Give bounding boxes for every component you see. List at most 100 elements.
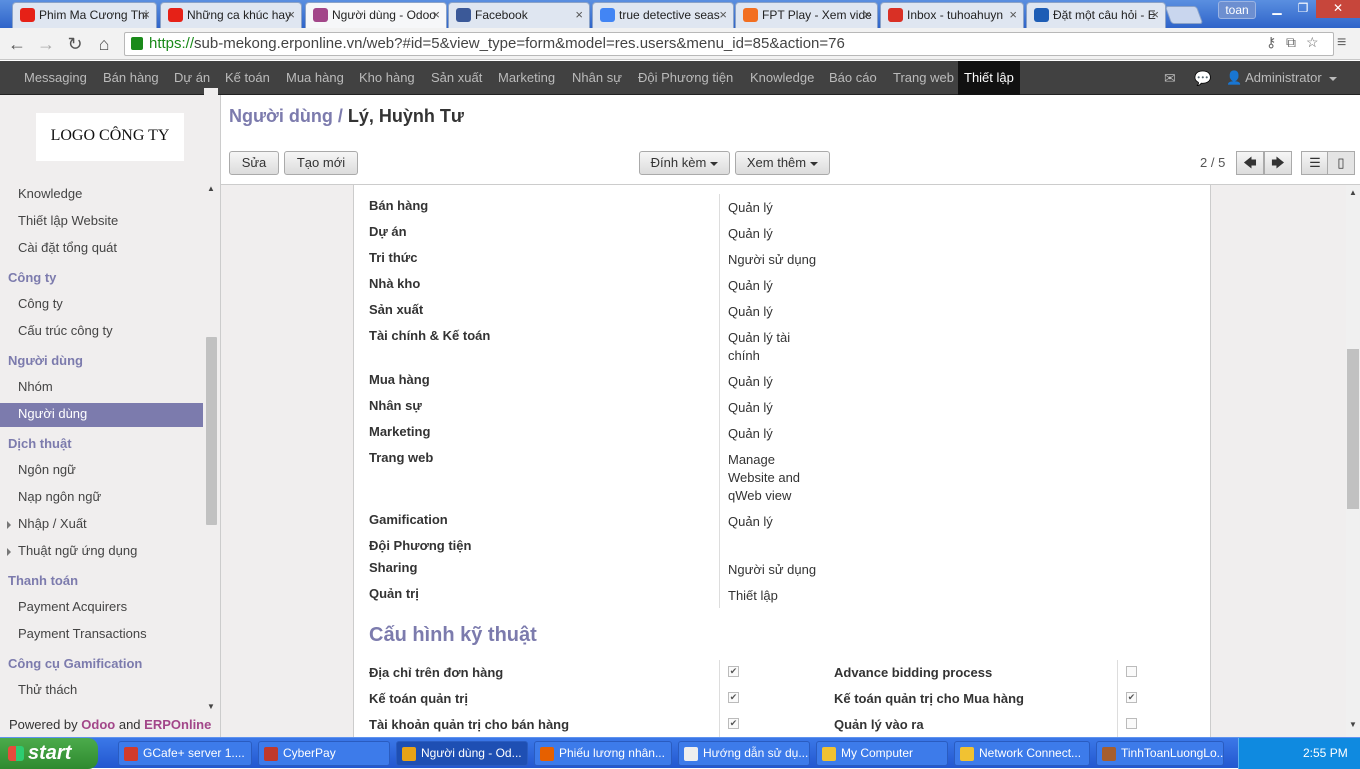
field-value[interactable]: Quản lý xyxy=(728,513,818,531)
browser-tab[interactable]: FPT Play - Xem vide × xyxy=(735,2,878,28)
topmenu-item[interactable]: Kế toán xyxy=(219,61,276,95)
taskbar-item[interactable]: CyberPay xyxy=(258,741,390,766)
topmenu-item[interactable]: Bán hàng xyxy=(97,61,165,95)
minimize-button[interactable]: ▁ xyxy=(1264,0,1290,18)
new-tab-button[interactable] xyxy=(1164,6,1204,24)
close-icon[interactable]: × xyxy=(1009,7,1017,22)
sidebar-item[interactable]: Nạp ngôn ngữ xyxy=(0,486,203,510)
create-button[interactable]: Tạo mới xyxy=(284,151,358,175)
key-icon[interactable]: ⚷ xyxy=(1266,34,1276,51)
topmenu-item[interactable]: Dự án xyxy=(168,61,216,95)
restore-button[interactable]: ❐ xyxy=(1290,0,1316,18)
close-icon[interactable]: × xyxy=(287,7,295,22)
attachment-dropdown[interactable]: Đính kèm xyxy=(639,151,730,175)
topmenu-item[interactable]: Trang web xyxy=(887,61,960,95)
field-value[interactable]: Manage Website and qWeb view xyxy=(728,451,818,505)
list-view-icon[interactable]: ☰ xyxy=(1301,151,1329,175)
close-icon[interactable]: × xyxy=(432,7,440,22)
browser-tab[interactable]: true detective seas × xyxy=(592,2,734,28)
close-icon[interactable]: × xyxy=(1151,7,1159,22)
close-icon[interactable]: × xyxy=(142,7,150,22)
taskbar-item[interactable]: Network Connect... xyxy=(954,741,1090,766)
browser-tab[interactable]: Inbox - tuhoahuyn × xyxy=(880,2,1024,28)
sidebar-item[interactable]: Ngôn ngữ xyxy=(0,459,203,483)
scroll-up-icon[interactable]: ▲ xyxy=(1349,188,1357,197)
checkbox[interactable]: ✔ xyxy=(728,718,739,729)
field-value[interactable]: Quản lý xyxy=(728,303,818,321)
edit-button[interactable]: Sửa xyxy=(229,151,279,175)
topmenu-item[interactable]: Knowledge xyxy=(744,61,820,95)
erponline-link[interactable]: ERPOnline xyxy=(144,717,211,732)
sidebar-item[interactable]: Thử thách xyxy=(0,679,203,703)
odoo-link[interactable]: Odoo xyxy=(81,717,115,732)
mail-icon[interactable]: ✉ xyxy=(1158,61,1182,95)
forward-icon[interactable]: → xyxy=(35,33,57,55)
field-value[interactable]: Thiết lập xyxy=(728,587,818,605)
checkbox[interactable] xyxy=(1126,718,1137,729)
topmenu-item[interactable]: Sản xuất xyxy=(425,61,488,95)
browser-tab[interactable]: Đặt một câu hỏi - E × xyxy=(1026,2,1166,28)
checkbox[interactable]: ✔ xyxy=(728,692,739,703)
topmenu-item[interactable]: Mua hàng xyxy=(280,61,350,95)
sidebar-item[interactable]: Thuật ngữ ứng dụng xyxy=(0,540,203,564)
field-value[interactable]: Người sử dụng xyxy=(728,251,818,269)
taskbar-item[interactable]: Hướng dẫn sử dụ... xyxy=(678,741,810,766)
topmenu-item[interactable]: Thiết lập xyxy=(958,61,1020,95)
close-icon[interactable]: × xyxy=(575,7,583,22)
topmenu-item[interactable]: Nhân sự xyxy=(566,61,628,95)
field-value[interactable]: Người sử dụng xyxy=(728,561,818,579)
back-icon[interactable]: ← xyxy=(6,33,28,55)
scroll-down-icon[interactable]: ▼ xyxy=(1349,720,1357,729)
field-value[interactable]: Quản lý xyxy=(728,373,818,391)
field-value[interactable]: Quản lý xyxy=(728,425,818,443)
sidebar-item[interactable]: Cấu trúc công ty xyxy=(0,320,203,344)
sidebar-scroll-thumb[interactable] xyxy=(206,337,217,525)
profile-badge[interactable]: toan xyxy=(1218,1,1256,19)
sidebar-item[interactable]: Knowledge xyxy=(0,183,203,207)
close-icon[interactable]: × xyxy=(863,7,871,22)
sidebar-item[interactable]: Cài đặt tổng quát xyxy=(0,237,203,261)
checkbox[interactable]: ✔ xyxy=(1126,692,1137,703)
page-scroll-thumb[interactable] xyxy=(1347,349,1359,509)
browser-tab[interactable]: Facebook × xyxy=(448,2,590,28)
field-value[interactable]: Quản lý tài chính xyxy=(728,329,818,365)
home-icon[interactable]: ⌂ xyxy=(93,33,115,55)
form-view-icon[interactable]: ▯ xyxy=(1327,151,1355,175)
topmenu-item[interactable]: Messaging xyxy=(18,61,93,95)
field-value[interactable]: Quản lý xyxy=(728,277,818,295)
start-button[interactable]: start xyxy=(0,738,98,769)
sidebar-item[interactable]: Nhóm xyxy=(0,376,203,400)
sidebar-item[interactable]: Payment Acquirers xyxy=(0,596,203,620)
checkbox[interactable] xyxy=(1126,666,1137,677)
topmenu-item[interactable]: Marketing xyxy=(492,61,561,95)
close-icon[interactable]: × xyxy=(719,7,727,22)
browser-tab[interactable]: Người dùng - Odoo × xyxy=(305,2,447,28)
checkbox[interactable]: ✔ xyxy=(728,666,739,677)
taskbar-item[interactable]: GCafe+ server 1.... xyxy=(118,741,252,766)
topmenu-item[interactable]: Báo cáo xyxy=(823,61,883,95)
translate-icon[interactable]: ⧉ xyxy=(1286,34,1296,51)
menu-icon[interactable]: ≡ xyxy=(1337,34,1346,52)
expand-arrow-icon[interactable] xyxy=(7,521,11,529)
sidebar-item[interactable]: Thiết lập Website xyxy=(0,210,203,234)
previous-record-button[interactable]: 🡄 xyxy=(1236,151,1264,175)
scroll-down-icon[interactable]: ▼ xyxy=(207,702,215,711)
user-menu[interactable]: 👤 Administrator xyxy=(1220,61,1343,95)
next-record-button[interactable]: 🡆 xyxy=(1264,151,1292,175)
sidebar-item[interactable]: Nhập / Xuất xyxy=(0,513,203,537)
star-icon[interactable]: ☆ xyxy=(1306,34,1319,51)
close-window-button[interactable]: ✕ xyxy=(1316,0,1360,18)
more-dropdown[interactable]: Xem thêm xyxy=(735,151,830,175)
scroll-up-icon[interactable]: ▲ xyxy=(207,184,215,193)
field-value[interactable]: Quản lý xyxy=(728,225,818,243)
sidebar-item[interactable]: Payment Transactions xyxy=(0,623,203,647)
taskbar-item[interactable]: TinhToanLuongLo... xyxy=(1096,741,1224,766)
taskbar-item[interactable]: My Computer xyxy=(816,741,948,766)
reload-icon[interactable]: ↻ xyxy=(64,33,86,55)
topmenu-item[interactable]: Đội Phương tiện xyxy=(632,61,739,95)
topmenu-item[interactable]: Kho hàng xyxy=(353,61,421,95)
sidebar-item[interactable]: Người dùng xyxy=(0,403,203,427)
chat-icon[interactable]: 💬 xyxy=(1188,61,1217,95)
breadcrumb-parent[interactable]: Người dùng xyxy=(229,106,333,126)
field-value[interactable]: Quản lý xyxy=(728,399,818,417)
